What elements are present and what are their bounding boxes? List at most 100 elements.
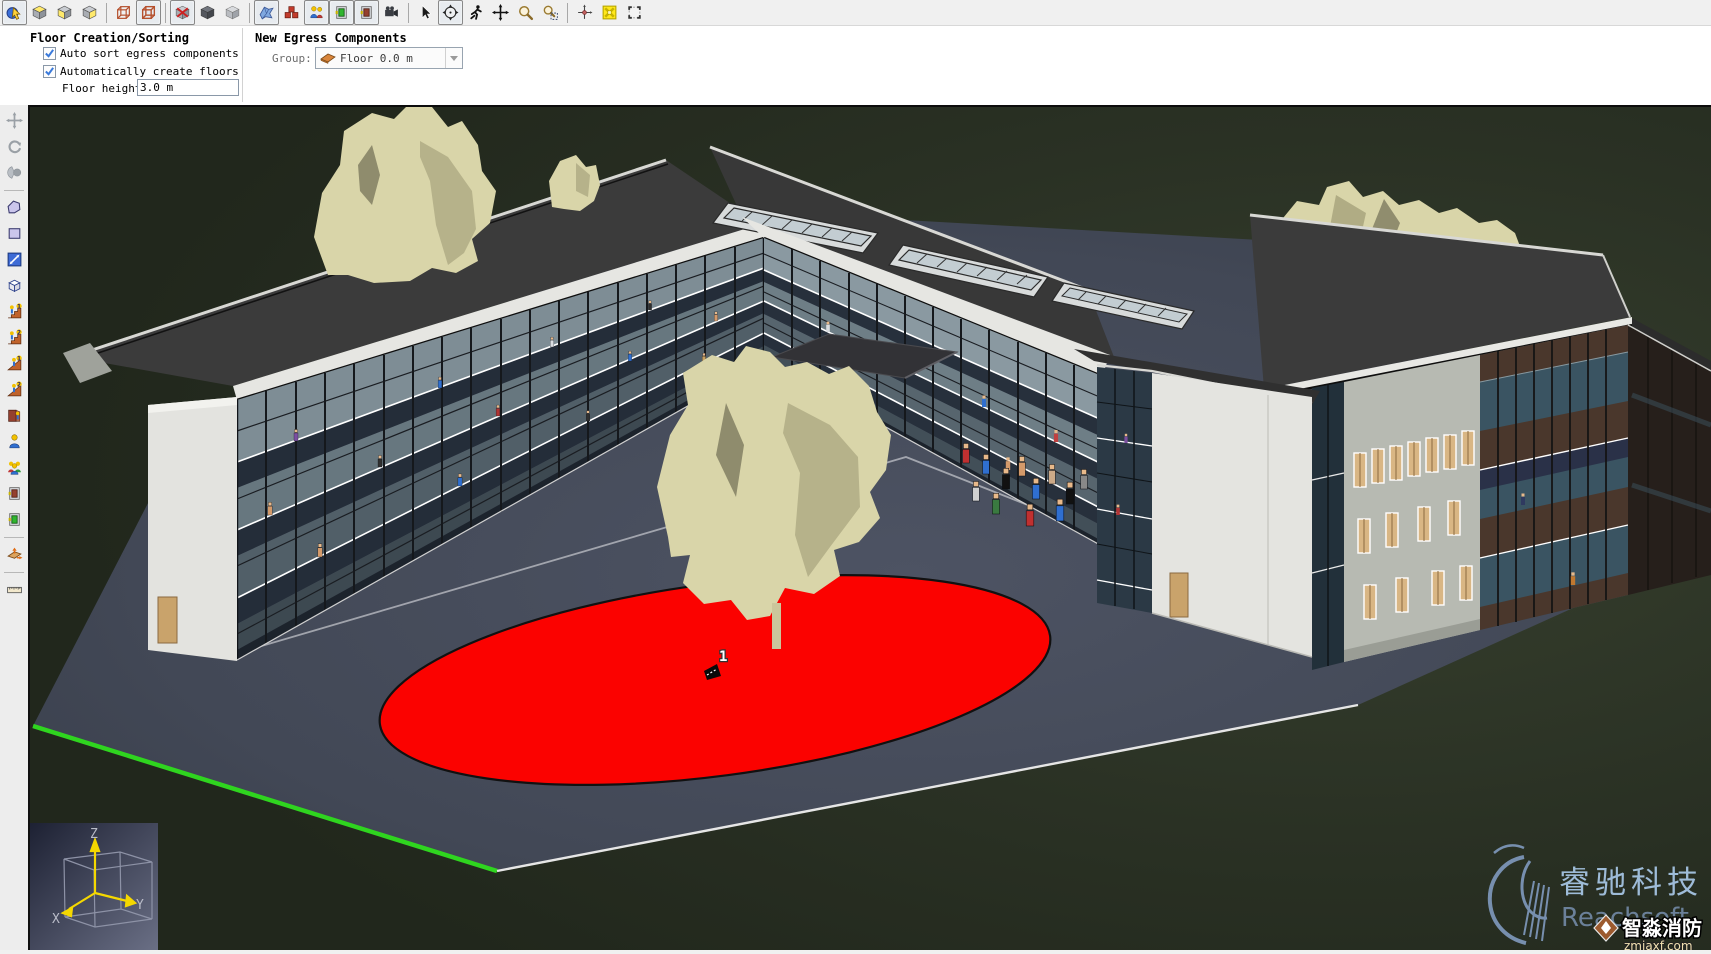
hide-geometry-button[interactable] <box>170 0 195 25</box>
zoom-tool-button[interactable] <box>513 0 538 25</box>
draw-thin-room-button[interactable] <box>1 247 27 272</box>
stairs-one-icon: 1 <box>6 303 23 320</box>
orbit-tool-button[interactable] <box>438 0 463 25</box>
toolbar-separator <box>4 572 24 573</box>
ribbon-panel: Floor Creation/Sorting Auto sort egress … <box>0 26 1711 105</box>
polygon-icon <box>6 199 23 216</box>
show-rooms-button[interactable] <box>279 0 304 25</box>
add-stair-two-point-button[interactable]: 2 <box>1 325 27 350</box>
draw-rectangle-room-button[interactable] <box>1 221 27 246</box>
add-ramp-one-point-button[interactable]: 1 <box>1 351 27 376</box>
add-floor-button[interactable] <box>1 542 27 567</box>
floor-height-input[interactable] <box>137 79 239 96</box>
add-occupant-group-button[interactable] <box>1 455 27 480</box>
solid-wireframe-mode-button[interactable] <box>136 0 161 25</box>
stairs-two-icon: 2 <box>6 329 23 346</box>
toolbar-separator <box>4 190 24 191</box>
auto-create-floors-label: Automatically create floors <box>60 65 239 78</box>
group-dropdown[interactable]: Floor 0.0 m <box>315 47 463 69</box>
auto-create-floors-checkbox[interactable] <box>43 65 56 78</box>
svg-text:1: 1 <box>17 355 21 362</box>
measure-tool-button[interactable] <box>1 577 27 602</box>
ramp-two-icon: 2 <box>6 381 23 398</box>
add-stair-one-point-button[interactable]: 1 <box>1 299 27 324</box>
zoom-extents-icon <box>601 4 618 21</box>
left-toolbar: 1 2 1 2 <box>0 105 28 950</box>
blue-diagonal-icon <box>6 251 23 268</box>
wire-cube-solid-icon <box>140 4 157 21</box>
draw-obstruction-button[interactable] <box>1 273 27 298</box>
show-obstructions-button[interactable] <box>254 0 279 25</box>
add-exit-door-button[interactable] <box>1 403 27 428</box>
red-boxes-icon <box>283 4 300 21</box>
auto-sort-label: Auto sort egress components <box>60 47 239 60</box>
zoom-select-tool-button[interactable] <box>538 0 563 25</box>
green-door-icon <box>6 511 23 528</box>
svg-text:1: 1 <box>17 303 21 310</box>
magnifier-icon <box>517 4 534 21</box>
select-tool-button[interactable] <box>413 0 438 25</box>
pan-icon <box>492 4 509 21</box>
view-isometric-button[interactable] <box>27 0 52 25</box>
brown-door-icon <box>6 485 23 502</box>
cube-light-icon <box>224 4 241 21</box>
axis-gizmo: Z X Y <box>30 823 158 950</box>
badge-site: zmjaxf.com <box>1624 939 1693 950</box>
show-occupants-button[interactable] <box>304 0 329 25</box>
cube-front-icon <box>56 4 73 21</box>
add-ramp-two-point-button[interactable]: 2 <box>1 377 27 402</box>
toolbar-separator <box>567 3 568 23</box>
rotate-gray-icon <box>6 138 23 155</box>
zoom-extents-button[interactable] <box>597 0 622 25</box>
walk-tool-button[interactable] <box>463 0 488 25</box>
viewport-left-edge <box>28 105 30 950</box>
rotate-view-button[interactable] <box>1 134 27 159</box>
auto-sort-checkbox[interactable] <box>43 47 56 60</box>
toolbar-separator <box>106 3 107 23</box>
draw-polygon-room-button[interactable] <box>1 195 27 220</box>
watermark-company-cn: 睿驰科技 <box>1559 865 1703 901</box>
floor-arrow-icon <box>6 546 23 563</box>
wireframe-mode-button[interactable] <box>111 0 136 25</box>
view-front-button[interactable] <box>52 0 77 25</box>
zoom-window-button[interactable] <box>622 0 647 25</box>
add-exit-button[interactable] <box>1 507 27 532</box>
show-interior-doors-button[interactable] <box>354 0 379 25</box>
runner-icon <box>467 4 484 21</box>
cube-cross-icon <box>174 4 191 21</box>
group-label: Group: <box>272 52 312 65</box>
show-cameras-button[interactable] <box>379 0 404 25</box>
reset-view-button[interactable] <box>572 0 597 25</box>
check-icon <box>44 48 55 59</box>
ruler-icon <box>6 581 23 598</box>
camera-icon <box>383 4 400 21</box>
door-person-icon <box>6 407 23 424</box>
pan-view-button[interactable] <box>1 108 27 133</box>
show-geometry-light-button[interactable] <box>220 0 245 25</box>
orbit-icon <box>442 4 459 21</box>
floor-icon <box>320 52 336 64</box>
brown-door-icon <box>358 4 375 21</box>
show-exit-doors-button[interactable] <box>329 0 354 25</box>
scene-canvas[interactable]: 1 Z X Y 睿驰科技 Reachsoft 智淼消防 zmj <box>28 105 1711 950</box>
axis-x-label: X <box>52 912 60 927</box>
pan-tool-button[interactable] <box>488 0 513 25</box>
add-occupant-button[interactable] <box>1 429 27 454</box>
cube-top-icon <box>31 4 48 21</box>
orbit-view-button[interactable] <box>1 160 27 185</box>
dropdown-arrow-icon[interactable] <box>445 48 462 68</box>
svg-text:2: 2 <box>17 329 21 336</box>
viewport-3d[interactable]: 1 Z X Y 睿驰科技 Reachsoft 智淼消防 zmj <box>28 105 1711 950</box>
cube-side-icon <box>81 4 98 21</box>
add-interior-door-button[interactable] <box>1 481 27 506</box>
axis-y-label: Y <box>136 898 144 913</box>
navigate-select-button[interactable] <box>2 0 27 25</box>
show-geometry-dark-button[interactable] <box>195 0 220 25</box>
view-side-button[interactable] <box>77 0 102 25</box>
panel-divider <box>242 28 243 102</box>
toolbar-separator <box>165 3 166 23</box>
axis-z-label: Z <box>90 827 98 842</box>
top-toolbar <box>0 0 1711 26</box>
ramp-one-icon: 1 <box>6 355 23 372</box>
box3d-icon <box>6 277 23 294</box>
